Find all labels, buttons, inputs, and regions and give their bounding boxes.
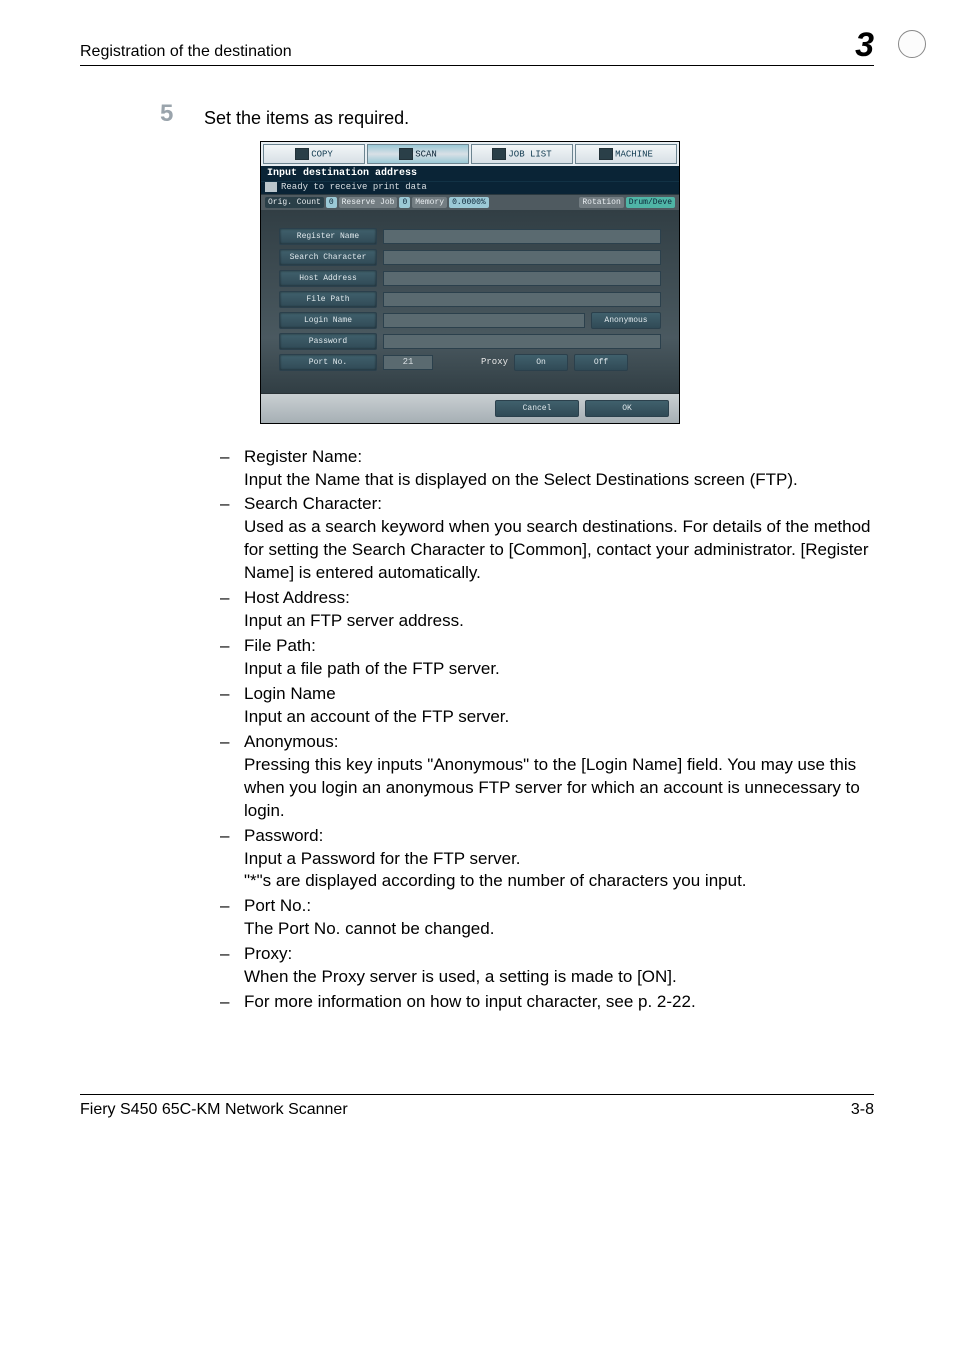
item-title: Search Character: <box>244 494 382 513</box>
status-line: Ready to receive print data <box>261 182 679 194</box>
footer-right: 3-8 <box>851 1101 874 1119</box>
item-body: Input a file path of the FTP server. <box>244 659 500 678</box>
memory-label: Memory <box>412 197 447 208</box>
tabs-bar: COPY SCAN JOB LIST MACHINE <box>261 142 679 166</box>
item-title: Anonymous: <box>244 732 339 751</box>
page-header-title: Registration of the destination <box>80 43 292 61</box>
tab-label: COPY <box>311 149 333 159</box>
device-screenshot: COPY SCAN JOB LIST MACHINE Input destina… <box>260 141 680 424</box>
item-body: Input a Password for the FTP server. <box>244 849 521 868</box>
item-title: Port No.: <box>244 896 311 915</box>
item-title: Host Address: <box>244 588 350 607</box>
item-title: Password: <box>244 826 323 845</box>
file-path-field[interactable] <box>383 292 661 307</box>
proxy-off-button[interactable]: Off <box>574 354 628 371</box>
item-title: File Path: <box>244 636 316 655</box>
register-name-button[interactable]: Register Name <box>279 228 377 245</box>
tab-job-list[interactable]: JOB LIST <box>471 144 573 164</box>
cancel-button[interactable]: Cancel <box>495 400 579 417</box>
percent-value: 0.0000% <box>449 197 489 208</box>
page-header: Registration of the destination 3 <box>80 30 874 66</box>
tab-label: MACHINE <box>615 149 653 159</box>
orig-count-value: 0 <box>326 197 337 208</box>
item-title: Login Name <box>244 684 336 703</box>
item-body: For more information on how to input cha… <box>244 992 696 1011</box>
step-number: 5 <box>160 100 204 128</box>
ok-button[interactable]: OK <box>585 400 669 417</box>
rotation-label: Rotation <box>579 197 623 208</box>
drum-label: Drum/Deve <box>626 197 675 208</box>
page-footer: Fiery S450 65C-KM Network Scanner 3-8 <box>80 1094 874 1119</box>
item-title: Proxy: <box>244 944 292 963</box>
host-address-field[interactable] <box>383 271 661 286</box>
search-character-field[interactable] <box>383 250 661 265</box>
orig-count-label: Orig. Count <box>265 197 324 208</box>
register-name-field[interactable] <box>383 229 661 244</box>
description-list: – Register Name: Input the Name that is … <box>220 446 874 1015</box>
page-chapter-number: 3 <box>855 30 874 61</box>
scan-icon <box>399 148 413 160</box>
password-field[interactable] <box>383 334 661 349</box>
metrics-bar: Orig. Count 0 Reserve Job 0 Memory 0.000… <box>261 194 679 210</box>
file-path-button[interactable]: File Path <box>279 291 377 308</box>
anonymous-button[interactable]: Anonymous <box>591 312 661 329</box>
page-corner-ornament <box>898 30 926 58</box>
item-body: Pressing this key inputs "Anonymous" to … <box>244 755 860 820</box>
tab-scan[interactable]: SCAN <box>367 144 469 164</box>
item-title: Register Name: <box>244 447 362 466</box>
step-text: Set the items as required. <box>204 100 409 129</box>
proxy-label: Proxy <box>481 357 508 367</box>
footer-left: Fiery S450 65C-KM Network Scanner <box>80 1101 348 1119</box>
item-body: Input an FTP server address. <box>244 611 464 630</box>
login-name-button[interactable]: Login Name <box>279 312 377 329</box>
port-no-button[interactable]: Port No. <box>279 354 377 371</box>
tab-copy[interactable]: COPY <box>263 144 365 164</box>
password-button[interactable]: Password <box>279 333 377 350</box>
memory-value: 0 <box>399 197 410 208</box>
reserve-label: Reserve Job <box>339 197 398 208</box>
item-body: The Port No. cannot be changed. <box>244 919 494 938</box>
status-text: Ready to receive print data <box>281 182 427 192</box>
copy-icon <box>295 148 309 160</box>
item-body: Input the Name that is displayed on the … <box>244 470 798 489</box>
machine-icon <box>599 148 613 160</box>
host-address-button[interactable]: Host Address <box>279 270 377 287</box>
form-area: Register Name Search Character Host Addr… <box>261 210 679 393</box>
list-icon <box>492 148 506 160</box>
item-body: Used as a search keyword when you search… <box>244 517 871 582</box>
login-name-field[interactable] <box>383 313 585 328</box>
step-row: 5 Set the items as required. <box>160 100 874 129</box>
tab-label: JOB LIST <box>508 149 551 159</box>
search-character-button[interactable]: Search Character <box>279 249 377 266</box>
item-body: When the Proxy server is used, a setting… <box>244 967 677 986</box>
tab-label: SCAN <box>415 149 437 159</box>
item-body-extra: "*"s are displayed according to the numb… <box>244 871 747 890</box>
item-body: Input an account of the FTP server. <box>244 707 509 726</box>
tab-machine[interactable]: MACHINE <box>575 144 677 164</box>
dialog-title: Input destination address <box>261 166 679 182</box>
dialog-bottom-bar: Cancel OK <box>261 393 679 423</box>
proxy-on-button[interactable]: On <box>514 354 568 371</box>
printer-icon <box>265 182 277 192</box>
port-no-value: 21 <box>383 355 433 370</box>
